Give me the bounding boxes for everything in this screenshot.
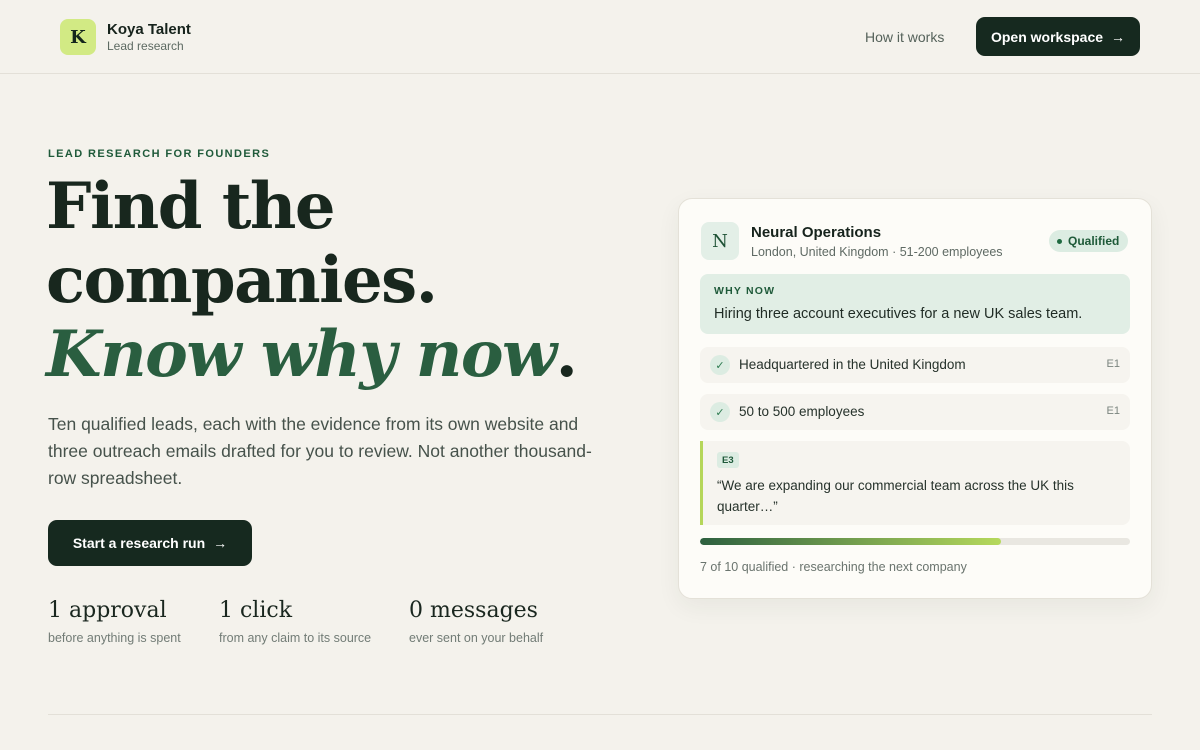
section-divider xyxy=(48,714,1152,715)
arrow-right-icon: → xyxy=(1111,28,1126,45)
headline-line-2: companies. xyxy=(46,243,438,318)
why-now-text: Hiring three account executives for a ne… xyxy=(714,306,1083,322)
open-workspace-button[interactable]: Open workspace → xyxy=(976,17,1140,56)
lead-preview-card[interactable]: N Neural Operations London, United Kingd… xyxy=(678,198,1152,599)
brand-name: Koya Talent xyxy=(107,21,191,38)
headline-period: . xyxy=(555,317,578,392)
status-dot-icon xyxy=(1057,238,1062,244)
evidence-link[interactable]: E1 xyxy=(1107,405,1120,417)
how-it-works-link[interactable]: How it works xyxy=(865,29,944,45)
stat-label: before anything is spent xyxy=(48,631,181,645)
stat-value: 1 click xyxy=(219,598,293,623)
arrow-right-icon: → xyxy=(213,535,228,551)
top-header: K Koya Talent Lead research How it works… xyxy=(0,0,1200,74)
progress-fill xyxy=(700,538,1001,545)
evidence-quote[interactable]: E3 “We are expanding our commercial team… xyxy=(700,441,1130,525)
stat-value: 1 approval xyxy=(48,598,167,623)
why-now-box: WHY NOW Hiring three account executives … xyxy=(700,274,1130,334)
criteria-row-hq[interactable]: ✓ Headquartered in the United Kingdom E1 xyxy=(700,347,1130,383)
check-icon: ✓ xyxy=(710,402,730,422)
research-progress-bar xyxy=(700,538,1130,545)
stat-label: from any claim to its source xyxy=(219,631,372,645)
status-badge: Qualified xyxy=(1049,230,1129,252)
stat-label: ever sent on your behalf xyxy=(409,631,544,645)
criteria-text: Headquartered in the United Kingdom xyxy=(739,357,966,372)
stat-approval: 1 approval before anything is spent xyxy=(48,598,181,645)
company-avatar: N xyxy=(701,222,739,260)
hero-description: Ten qualified leads, each with the evide… xyxy=(48,414,592,488)
brand-subtitle: Lead research xyxy=(107,39,184,53)
status-label: Qualified xyxy=(1068,234,1120,248)
headline-italic: Know why now xyxy=(46,317,557,392)
hero-eyebrow: LEAD RESEARCH FOR FOUNDERS xyxy=(48,148,271,160)
stat-click: 1 click from any claim to its source xyxy=(219,598,371,645)
open-workspace-label: Open workspace xyxy=(990,28,1104,45)
stat-messages: 0 messages ever sent on your behalf xyxy=(409,598,543,645)
start-research-run-label: Start a research run xyxy=(72,535,206,551)
why-now-label: WHY NOW xyxy=(714,285,776,297)
start-research-run-button[interactable]: Start a research run → xyxy=(48,520,252,566)
check-icon: ✓ xyxy=(710,355,730,375)
criteria-row-size[interactable]: ✓ 50 to 500 employees E1 xyxy=(700,394,1130,430)
evidence-tag[interactable]: E3 xyxy=(717,452,739,468)
company-meta: London, United Kingdom · 51-200 employee… xyxy=(751,245,1003,259)
headline-line-3: Know why now. xyxy=(46,317,578,392)
brand-logo[interactable]: K xyxy=(60,19,96,55)
evidence-link[interactable]: E1 xyxy=(1107,358,1120,370)
hero-headline: Find the companies. Know why now. xyxy=(46,169,578,392)
stat-value: 0 messages xyxy=(409,598,538,623)
headline-line-1: Find the xyxy=(46,169,336,244)
company-name: Neural Operations xyxy=(751,224,882,241)
criteria-text: 50 to 500 employees xyxy=(739,404,865,419)
progress-caption: 7 of 10 qualified · researching the next… xyxy=(700,560,967,574)
quote-text: “We are expanding our commercial team ac… xyxy=(717,478,1074,514)
